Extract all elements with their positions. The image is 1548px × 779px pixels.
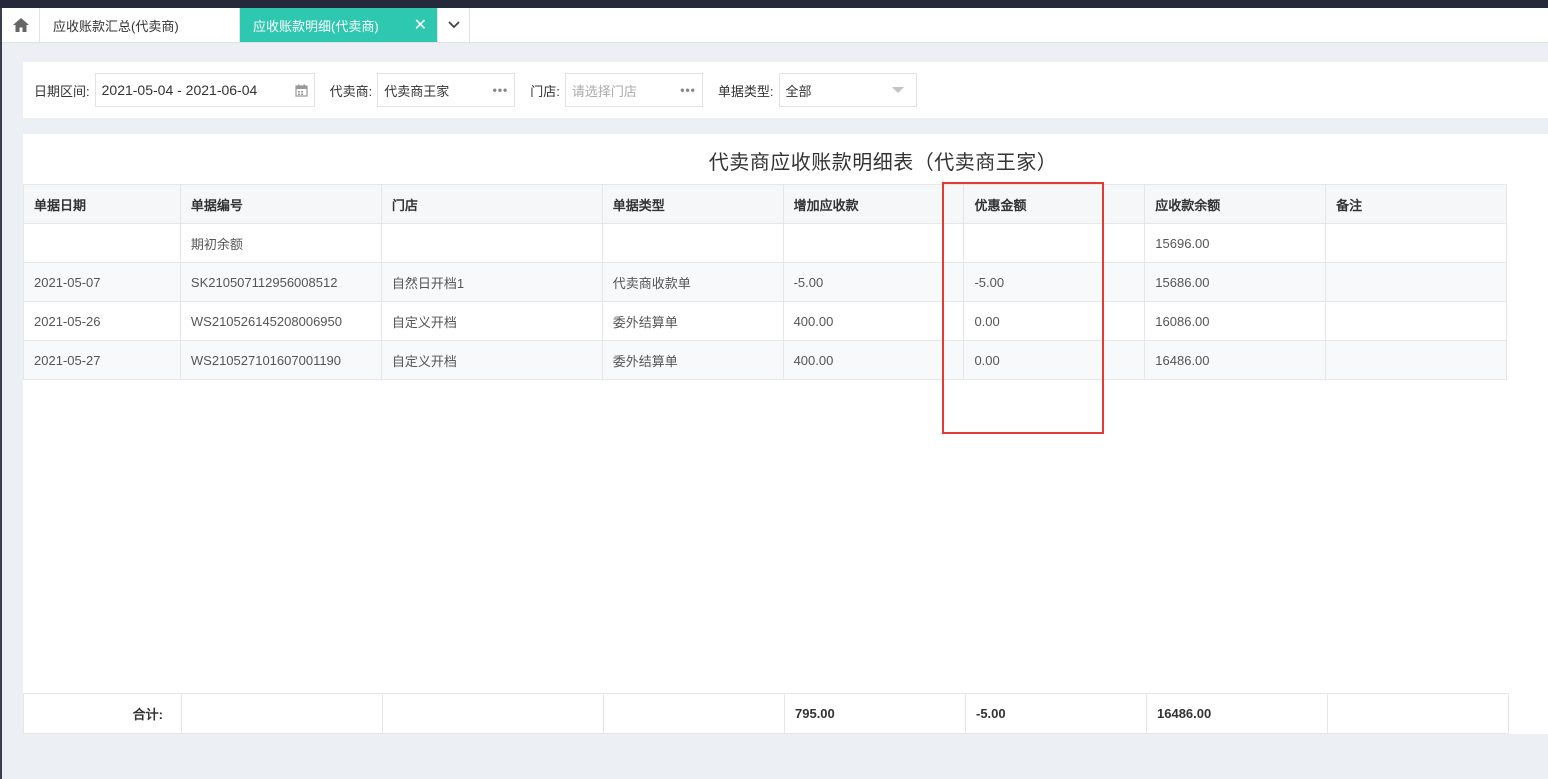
cell-doc-type: 委外结算单 (601, 301, 784, 341)
col-header-store[interactable]: 门店 (380, 184, 603, 224)
cell-remark (1325, 262, 1507, 302)
cell-remark (1325, 223, 1507, 263)
cell-discount: -5.00 (963, 262, 1146, 302)
totals-doc-type (603, 693, 785, 734)
chevron-down-icon (447, 21, 460, 29)
row-spacer (1506, 223, 1548, 263)
cell-doc-type: 委外结算单 (601, 340, 784, 380)
cell-doc-type (601, 223, 784, 263)
date-range-value: 2021-05-04 - 2021-06-04 (101, 82, 258, 98)
cell-increase: 400.00 (782, 301, 965, 341)
cell-balance: 15696.00 (1144, 223, 1327, 263)
tab-label: 应收账款明细(代卖商) (253, 18, 379, 34)
cell-doc-no: 期初余额 (179, 223, 382, 263)
report-title: 代卖商应收账款明细表（代卖商王家） (708, 152, 1058, 174)
cell-discount: 0.00 (963, 340, 1146, 380)
totals-store (382, 693, 604, 734)
cell-date: 2021-05-26 (23, 301, 181, 341)
cell-doc-type: 代卖商收款单 (601, 262, 784, 302)
cell-balance: 16086.00 (1144, 301, 1327, 341)
date-range-input[interactable]: 2021-05-04 - 2021-06-04 (94, 73, 315, 107)
table-header-row: 单据日期 单据编号 门店 单据类型 增加应收款 优惠金额 应收款余额 备注 (23, 184, 1548, 224)
cell-remark (1325, 340, 1507, 380)
store-label: 门店: (530, 83, 560, 99)
col-header-discount[interactable]: 优惠金额 (963, 184, 1146, 224)
col-header-increase[interactable]: 增加应收款 (782, 184, 965, 224)
totals-label: 合计: (23, 693, 182, 734)
cell-date (23, 223, 181, 263)
store-select[interactable]: 请选择门店 ••• (564, 73, 703, 107)
totals-row: 合计: 795.00 -5.00 16486.00 (23, 693, 1509, 734)
row-spacer (1506, 340, 1548, 380)
totals-doc-no (181, 693, 383, 734)
col-header-balance[interactable]: 应收款余额 (1144, 184, 1327, 224)
more-dots-icon[interactable]: ••• (493, 83, 509, 97)
detail-table: 单据日期 单据编号 门店 单据类型 增加应收款 优惠金额 应收款余额 备注 期初… (23, 184, 1548, 380)
date-range-label: 日期区间: (34, 83, 90, 99)
cell-date: 2021-05-07 (23, 262, 181, 302)
doc-type-select[interactable]: 全部 (778, 73, 917, 107)
cell-store (380, 223, 603, 263)
dropdown-caret-icon (891, 87, 904, 93)
col-header-doc-type[interactable]: 单据类型 (601, 184, 784, 224)
tab-receivable-detail[interactable]: 应收账款明细(代卖商) ✕ (240, 8, 438, 42)
left-edge (0, 8, 2, 779)
window-top-bar (0, 0, 1548, 8)
cell-discount: 0.00 (963, 301, 1146, 341)
col-header-remark[interactable]: 备注 (1325, 184, 1507, 224)
table-row[interactable]: 期初余额 15696.00 (23, 223, 1548, 263)
home-icon (12, 18, 29, 32)
totals-balance: 16486.00 (1146, 693, 1328, 734)
calendar-icon (295, 84, 308, 97)
col-header-doc-no[interactable]: 单据编号 (179, 184, 382, 224)
agent-select[interactable]: 代卖商王家 ••• (377, 73, 516, 107)
more-dots-icon[interactable]: ••• (680, 83, 696, 97)
cell-increase: 400.00 (782, 340, 965, 380)
table-row[interactable]: 2021-05-27 WS210527101607001190 自定义开档 委外… (23, 340, 1548, 380)
cell-store: 自然日开档1 (380, 262, 603, 302)
tab-label: 应收账款汇总(代卖商) (53, 18, 179, 34)
report-panel: 代卖商应收账款明细表（代卖商王家） 单据日期 单据编号 门店 单据类型 增加应收… (23, 134, 1548, 734)
totals-discount: -5.00 (965, 693, 1147, 734)
totals-increase: 795.00 (784, 693, 966, 734)
tab-bar: 应收账款汇总(代卖商) 应收账款明细(代卖商) ✕ (2, 8, 1548, 43)
doc-type-value: 全部 (785, 83, 812, 99)
cell-date: 2021-05-27 (23, 340, 181, 380)
store-placeholder: 请选择门店 (571, 83, 637, 99)
cell-doc-no: WS210527101607001190 (179, 340, 382, 380)
cell-store: 自定义开档 (380, 340, 603, 380)
col-header-date[interactable]: 单据日期 (23, 184, 181, 224)
doc-type-label: 单据类型: (717, 83, 774, 99)
cell-increase: -5.00 (782, 262, 965, 302)
totals-remark (1327, 693, 1509, 734)
agent-label: 代卖商: (329, 83, 373, 99)
cell-increase (782, 223, 965, 263)
table-row[interactable]: 2021-05-26 WS210526145208006950 自定义开档 委外… (23, 301, 1548, 341)
cell-balance: 15686.00 (1144, 262, 1327, 302)
agent-value: 代卖商王家 (384, 83, 450, 99)
cell-store: 自定义开档 (380, 301, 603, 341)
filter-panel: 日期区间: 2021-05-04 - 2021-06-04 代卖商: 代卖商王家… (23, 62, 1548, 118)
cell-remark (1325, 301, 1507, 341)
cell-doc-no: SK210507112956008512 (179, 262, 382, 302)
table-row[interactable]: 2021-05-07 SK210507112956008512 自然日开档1 代… (23, 262, 1548, 302)
cell-discount (963, 223, 1146, 263)
home-tab[interactable] (2, 8, 40, 42)
close-icon[interactable]: ✕ (414, 15, 427, 35)
row-spacer (1506, 262, 1548, 302)
cell-balance: 16486.00 (1144, 340, 1327, 380)
header-spacer (1506, 184, 1548, 224)
row-spacer (1506, 301, 1548, 341)
tab-receivable-summary[interactable]: 应收账款汇总(代卖商) (40, 8, 240, 42)
cell-doc-no: WS210526145208006950 (179, 301, 382, 341)
tab-more-button[interactable] (438, 8, 470, 42)
